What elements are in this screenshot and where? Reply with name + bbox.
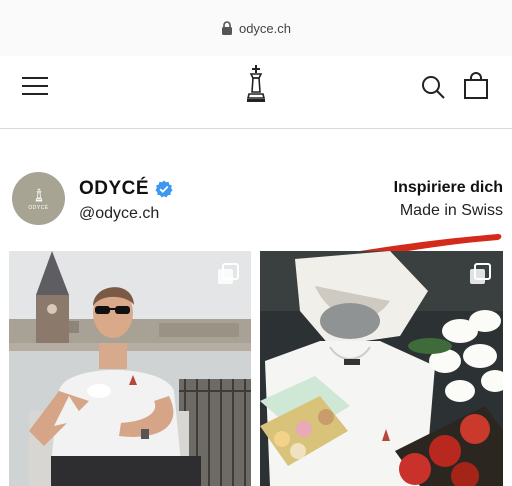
subline: Made in Swiss [399,202,503,219]
site-header [0,56,512,128]
carousel-icon [218,263,239,284]
chess-king-icon[interactable] [242,64,270,104]
hamburger-icon[interactable] [22,75,50,97]
avatar-text: ODYCÉ [28,204,49,211]
shopping-bag-icon[interactable] [462,72,490,100]
profile-name[interactable]: ODYCÉ [79,178,173,200]
profile-name-text: ODYCÉ [79,178,150,199]
carousel-icon [470,263,491,284]
url-display[interactable]: odyce.ch [221,21,291,36]
post-tile[interactable] [260,251,503,486]
avatar[interactable]: ODYCÉ [12,172,65,225]
profile-handle[interactable]: @odyce.ch [79,205,159,223]
search-icon[interactable] [420,74,446,100]
chess-king-icon [35,187,42,201]
url-text: odyce.ch [238,20,292,36]
lock-icon [221,21,232,35]
post-image [9,251,251,486]
post-tile[interactable] [9,251,251,486]
tagline: Inspiriere dich [393,179,503,196]
page: odyce.ch ODYCÉ ODYCÉ @odyce.ch Inspirier… [0,0,512,486]
header-divider [0,128,512,129]
verified-badge-icon [155,180,173,198]
post-image [260,251,503,486]
browser-url-bar[interactable]: odyce.ch [0,0,512,56]
